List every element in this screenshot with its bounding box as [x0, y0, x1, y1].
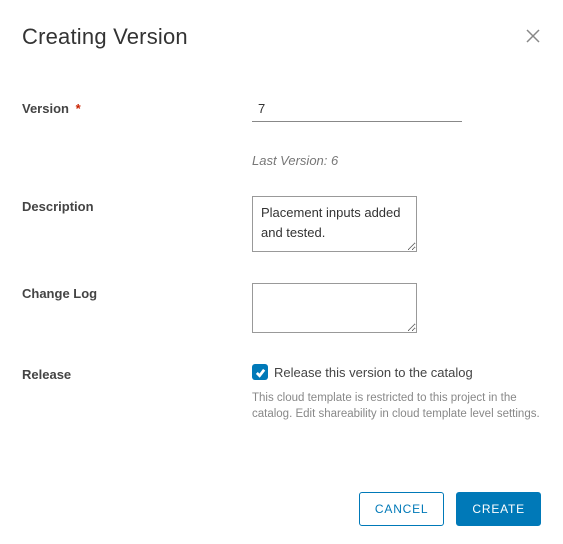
- release-checkbox[interactable]: [252, 364, 268, 380]
- release-note: This cloud template is restricted to thi…: [252, 390, 541, 422]
- release-label: Release: [22, 364, 252, 382]
- version-label-text: Version: [22, 101, 69, 116]
- version-field: [252, 98, 541, 122]
- create-button[interactable]: CREATE: [456, 492, 541, 526]
- dialog-footer: CANCEL CREATE: [359, 492, 541, 526]
- last-version-text: Last Version: 6: [252, 153, 338, 168]
- dialog-title: Creating Version: [22, 24, 188, 50]
- dialog-header: Creating Version: [22, 24, 541, 50]
- release-field: Release this version to the catalog: [252, 364, 541, 380]
- change-log-row: Change Log: [22, 283, 541, 338]
- description-label: Description: [22, 196, 252, 214]
- description-row: Description: [22, 196, 541, 257]
- change-log-field: [252, 283, 541, 338]
- change-log-input[interactable]: [252, 283, 417, 333]
- version-label: Version *: [22, 98, 252, 116]
- release-checkbox-label: Release this version to the catalog: [274, 365, 473, 380]
- close-icon[interactable]: [525, 24, 541, 49]
- release-checkbox-container: Release this version to the catalog: [252, 364, 541, 380]
- version-row: Version *: [22, 98, 541, 122]
- description-field: [252, 196, 541, 257]
- change-log-label: Change Log: [22, 283, 252, 301]
- release-row: Release Release this version to the cata…: [22, 364, 541, 382]
- last-version-row: Last Version: 6: [252, 152, 541, 170]
- description-input[interactable]: [252, 196, 417, 252]
- cancel-button[interactable]: CANCEL: [359, 492, 444, 526]
- required-indicator: *: [76, 101, 81, 116]
- version-input[interactable]: [252, 98, 462, 122]
